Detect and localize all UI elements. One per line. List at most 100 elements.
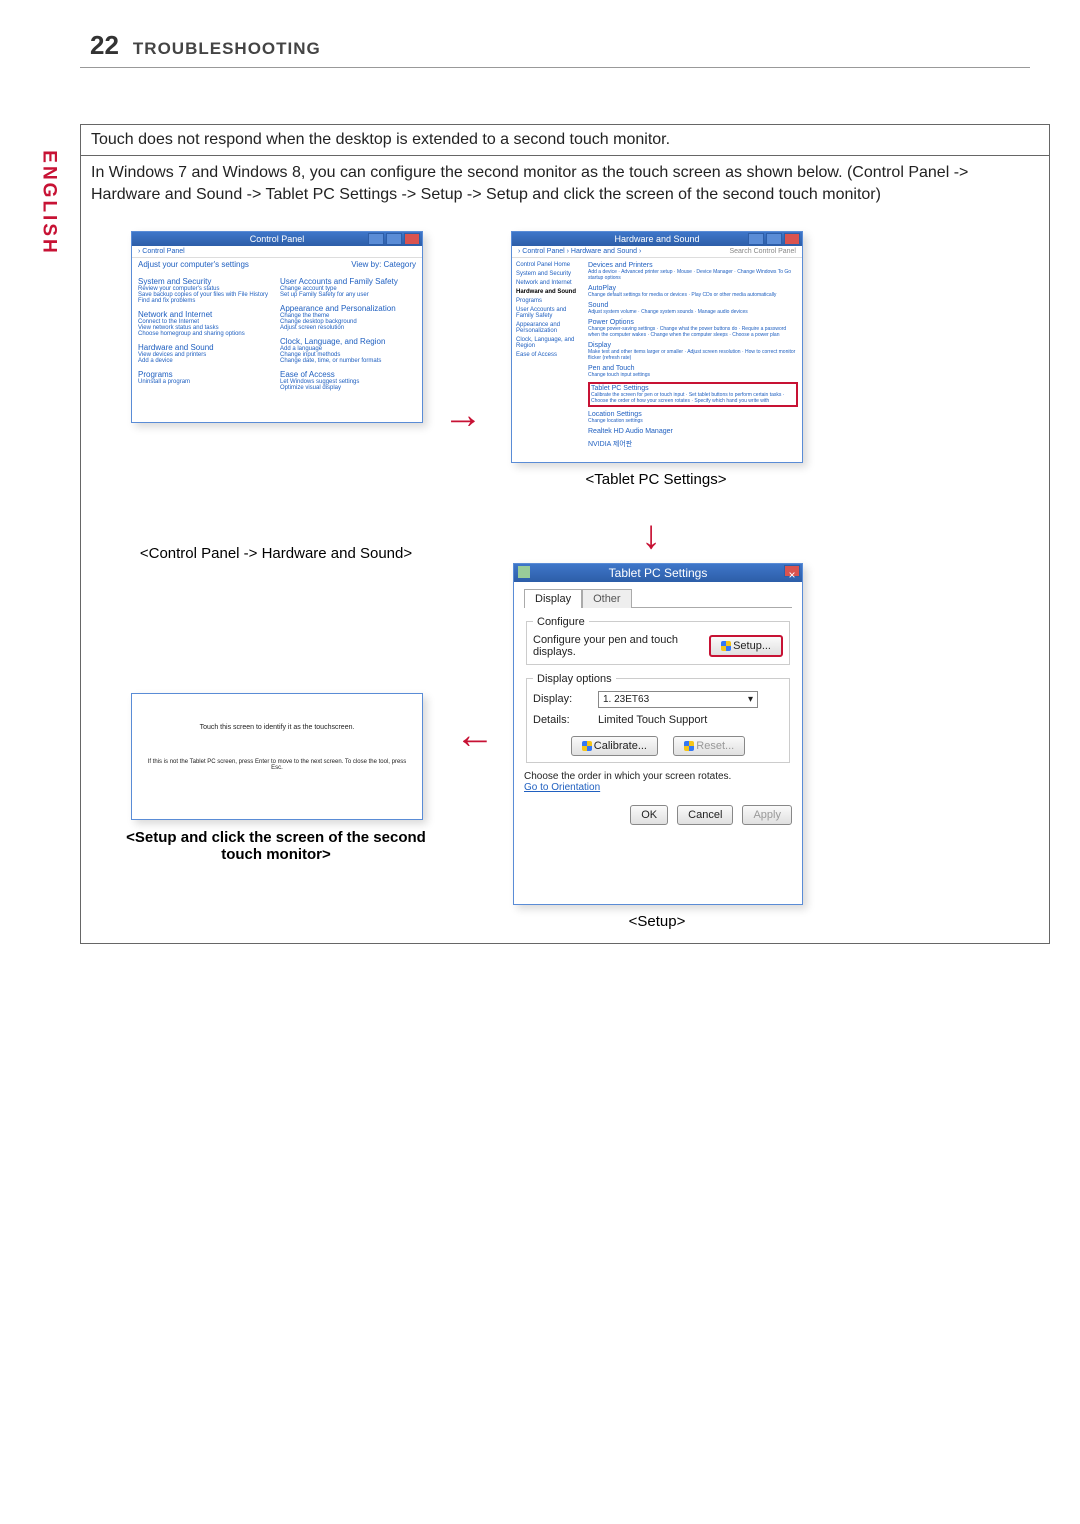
- arrow-right-icon: →: [443, 393, 483, 438]
- issue-body: In Windows 7 and Windows 8, you can conf…: [81, 156, 1049, 213]
- shield-icon: [684, 741, 694, 751]
- close-button[interactable]: [784, 233, 800, 245]
- hs-item[interactable]: Devices and PrintersAdd a device · Advan…: [588, 262, 798, 281]
- hs-item[interactable]: Pen and TouchChange touch input settings: [588, 365, 798, 378]
- page-header: 22 TROUBLESHOOTING: [80, 30, 1030, 68]
- hs-item-sub[interactable]: Add a device · Advanced printer setup · …: [588, 269, 798, 281]
- cp-category-title[interactable]: Network and Internet: [138, 310, 274, 319]
- cp-category-title[interactable]: Ease of Access: [280, 370, 416, 379]
- hs-item-title[interactable]: Display: [588, 342, 798, 349]
- dlg-titlebar: Tablet PC Settings ×: [514, 564, 802, 582]
- hs-item[interactable]: NVIDIA 제어판: [588, 439, 798, 449]
- close-button[interactable]: [404, 233, 420, 245]
- cp-breadcrumb: › Control Panel: [132, 246, 422, 258]
- cp-category[interactable]: Appearance and PersonalizationChange the…: [280, 304, 416, 331]
- hs-sidebar-item[interactable]: Clock, Language, and Region: [516, 337, 584, 349]
- hs-breadcrumb: › Control Panel › Hardware and Sound ›: [518, 248, 641, 255]
- hs-sidebar-item[interactable]: Control Panel Home: [516, 262, 584, 268]
- cp-viewby[interactable]: View by: Category: [351, 260, 416, 269]
- cp-sublink[interactable]: Save backup copies of your files with Fi…: [138, 292, 274, 298]
- control-panel-titlebar: Control Panel: [132, 232, 422, 246]
- cp-sublink[interactable]: Uninstall a program: [138, 379, 274, 385]
- cp-sublink[interactable]: Change date, time, or number formats: [280, 358, 416, 364]
- hardware-sound-window: Hardware and Sound › Control Panel › Har…: [511, 231, 803, 463]
- cancel-button[interactable]: Cancel: [677, 805, 733, 825]
- hs-item-title[interactable]: Devices and Printers: [588, 262, 798, 269]
- cp-category-title[interactable]: Appearance and Personalization: [280, 304, 416, 313]
- cp-category[interactable]: Clock, Language, and RegionAdd a languag…: [280, 337, 416, 364]
- hs-sidebar-item[interactable]: Network and Internet: [516, 280, 584, 286]
- maximize-button[interactable]: [386, 233, 402, 245]
- hs-item-title[interactable]: Sound: [588, 302, 798, 309]
- cp-sublink[interactable]: Add a device: [138, 358, 274, 364]
- hs-title: Hardware and Sound: [614, 234, 699, 244]
- details-label: Details:: [533, 714, 588, 726]
- orientation-link[interactable]: Go to Orientation: [524, 782, 792, 793]
- hs-item-title[interactable]: Realtek HD Audio Manager: [588, 428, 798, 435]
- hs-item-title[interactable]: AutoPlay: [588, 285, 798, 292]
- hs-item[interactable]: DisplayMake text and other items larger …: [588, 342, 798, 361]
- hs-item[interactable]: Realtek HD Audio Manager: [588, 428, 798, 435]
- cp-category-title[interactable]: User Accounts and Family Safety: [280, 277, 416, 286]
- hs-item-sub[interactable]: Change touch input settings: [588, 372, 798, 378]
- apply-button[interactable]: Apply: [742, 805, 792, 825]
- tab-display[interactable]: Display: [524, 589, 582, 608]
- minimize-button[interactable]: [368, 233, 384, 245]
- hs-sidebar-item[interactable]: Programs: [516, 298, 584, 304]
- ok-button[interactable]: OK: [630, 805, 668, 825]
- calibrate-button[interactable]: Calibrate...: [571, 736, 658, 756]
- hs-item-title[interactable]: Location Settings: [588, 411, 798, 418]
- cp-category[interactable]: User Accounts and Family SafetyChange ac…: [280, 277, 416, 298]
- cp-category[interactable]: System and SecurityReview your computer'…: [138, 277, 274, 304]
- cp-category-title[interactable]: Clock, Language, and Region: [280, 337, 416, 346]
- cp-category[interactable]: Hardware and SoundView devices and print…: [138, 343, 274, 364]
- tab-other[interactable]: Other: [582, 589, 632, 608]
- hs-item[interactable]: SoundAdjust system volume · Change syste…: [588, 302, 798, 315]
- hs-item-sub[interactable]: Change location settings: [588, 418, 798, 424]
- cp-sublink[interactable]: Optimize visual display: [280, 385, 416, 391]
- hs-item-sub[interactable]: Change default settings for media or dev…: [588, 292, 798, 298]
- hs-item-sub[interactable]: Change power-saving settings · Change wh…: [588, 326, 798, 338]
- hs-sidebar-item[interactable]: Appearance and Personalization: [516, 322, 584, 334]
- cp-sublink[interactable]: Find and fix problems: [138, 298, 274, 304]
- hs-item[interactable]: Tablet PC SettingsCalibrate the screen f…: [588, 382, 798, 407]
- cp-category[interactable]: Ease of AccessLet Windows suggest settin…: [280, 370, 416, 391]
- touch-identify-window: Touch this screen to identify it as the …: [131, 693, 423, 820]
- hs-item[interactable]: Power OptionsChange power-saving setting…: [588, 319, 798, 338]
- hs-item-title[interactable]: Pen and Touch: [588, 365, 798, 372]
- minimize-button[interactable]: [748, 233, 764, 245]
- details-value: Limited Touch Support: [598, 714, 707, 726]
- cp-category-title[interactable]: System and Security: [138, 277, 274, 286]
- hs-sidebar-item[interactable]: Ease of Access: [516, 352, 584, 358]
- hs-sidebar-item[interactable]: User Accounts and Family Safety: [516, 307, 584, 319]
- maximize-button[interactable]: [766, 233, 782, 245]
- display-select[interactable]: 1. 23ET63 ▾: [598, 691, 758, 708]
- control-panel-window: Control Panel › Control Panel Adjust you…: [131, 231, 423, 423]
- calibrate-label: Calibrate...: [594, 740, 647, 752]
- reset-button[interactable]: Reset...: [673, 736, 745, 756]
- language-label: ENGLISH: [38, 150, 60, 255]
- hs-search[interactable]: Search Control Panel: [729, 248, 796, 255]
- hs-item-title[interactable]: Tablet PC Settings: [591, 385, 795, 392]
- hs-item-title[interactable]: Power Options: [588, 319, 798, 326]
- hs-item-sub[interactable]: Make text and other items larger or smal…: [588, 349, 798, 361]
- cp-sublink[interactable]: Adjust screen resolution: [280, 325, 416, 331]
- hs-item-title[interactable]: NVIDIA 제어판: [588, 439, 798, 449]
- hs-item-sub[interactable]: Adjust system volume · Change system sou…: [588, 309, 798, 315]
- close-button[interactable]: ×: [784, 565, 800, 577]
- caption-tablet: <Tablet PC Settings>: [511, 471, 801, 488]
- cp-category[interactable]: Network and InternetConnect to the Inter…: [138, 310, 274, 337]
- hs-item[interactable]: Location SettingsChange location setting…: [588, 411, 798, 424]
- cp-category-title[interactable]: Programs: [138, 370, 274, 379]
- cp-category[interactable]: ProgramsUninstall a program: [138, 370, 274, 385]
- setup-button[interactable]: Setup...: [709, 635, 783, 657]
- cp-sublink[interactable]: Choose homegroup and sharing options: [138, 331, 274, 337]
- hs-sidebar-item[interactable]: Hardware and Sound: [516, 289, 584, 295]
- hs-item-sub[interactable]: Calibrate the screen for pen or touch in…: [591, 392, 795, 404]
- language-sidebar: ENGLISH: [36, 148, 62, 258]
- hs-item[interactable]: AutoPlayChange default settings for medi…: [588, 285, 798, 298]
- hs-sidebar-item[interactable]: System and Security: [516, 271, 584, 277]
- cp-sublink[interactable]: Set up Family Safety for any user: [280, 292, 416, 298]
- cp-category-title[interactable]: Hardware and Sound: [138, 343, 274, 352]
- tablet-pc-settings-dialog: Tablet PC Settings × DisplayOther Config…: [513, 563, 803, 905]
